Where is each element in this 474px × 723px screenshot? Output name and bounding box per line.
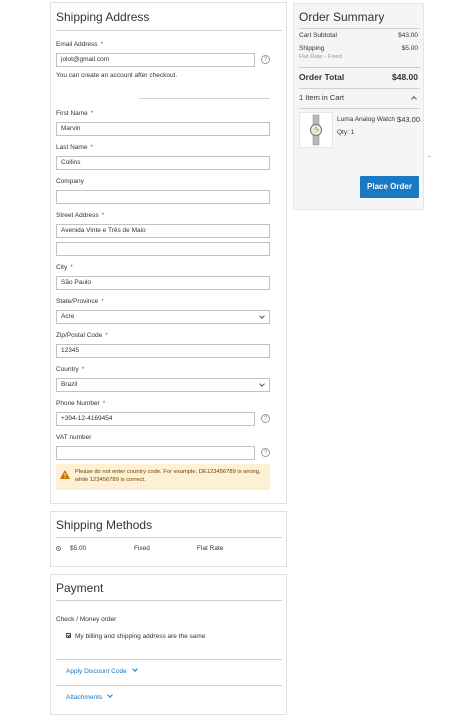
state-select[interactable]: Acre bbox=[56, 310, 270, 324]
email-help-icon[interactable]: ? bbox=[261, 55, 270, 64]
zip-label: Zip/Postal Code * bbox=[56, 332, 108, 339]
shipping-radio[interactable] bbox=[56, 546, 61, 551]
email-note: You can create an account after checkout… bbox=[56, 72, 178, 79]
vat-warning-text: Please do not enter country code. For ex… bbox=[75, 469, 261, 483]
shipping-methods-title: Shipping Methods bbox=[56, 518, 153, 532]
shipping-methods-section: Shipping Methods $5.00 Fixed Flat Rate bbox=[50, 511, 287, 567]
cart-subtotal-value: $43.00 bbox=[398, 32, 418, 39]
last-name-label: Last Name * bbox=[56, 144, 93, 151]
shipping-address-section: Shipping Address Email Address * jolot@gm… bbox=[50, 2, 287, 504]
chevron-up-icon bbox=[411, 96, 417, 102]
payment-options-divider bbox=[56, 659, 282, 660]
order-total-value: $48.00 bbox=[392, 72, 418, 82]
street-line2-field[interactable] bbox=[56, 242, 270, 256]
email-label: Email Address * bbox=[56, 41, 104, 48]
total-bottom-divider bbox=[299, 88, 420, 89]
place-order-button[interactable]: Place Order bbox=[360, 176, 419, 198]
billing-same-checkbox[interactable] bbox=[66, 633, 71, 638]
shipping-method-name: Fixed bbox=[134, 545, 150, 552]
phone-label: Phone Number * bbox=[56, 400, 106, 407]
shipping-label: Shipping bbox=[299, 45, 325, 52]
payment-method-name: Check / Money order bbox=[56, 616, 117, 623]
shipping-radio-dot bbox=[58, 548, 59, 549]
street-line1-field[interactable]: Avenida Vinte e Três de Maio bbox=[56, 224, 270, 238]
chevron-down-icon bbox=[131, 666, 138, 672]
last-name-field[interactable]: Collins bbox=[56, 156, 270, 170]
total-divider bbox=[299, 67, 420, 68]
scrollbar-indicator[interactable] bbox=[428, 156, 431, 157]
items-in-cart-label: 1 Item in Cart bbox=[299, 93, 345, 102]
shipping-address-title: Shipping Address bbox=[56, 10, 150, 24]
discount-divider bbox=[56, 685, 282, 686]
city-field[interactable]: São Paulo bbox=[56, 276, 270, 290]
vat-help-icon[interactable]: ? bbox=[261, 448, 270, 457]
first-name-field[interactable]: Marvin bbox=[56, 122, 270, 136]
zip-field[interactable]: 12345 bbox=[56, 344, 270, 358]
phone-field[interactable]: +394-12-4169454 bbox=[56, 412, 255, 426]
payment-title: Payment bbox=[56, 581, 104, 595]
company-field[interactable] bbox=[56, 190, 270, 204]
cart-item: Luma Analog Watch $43.00 Qty: 1 bbox=[299, 112, 420, 152]
cart-items-toggle[interactable]: 1 Item in Cart bbox=[299, 93, 420, 105]
first-name-label: First Name * bbox=[56, 110, 94, 117]
apply-discount-link[interactable]: Apply Discount Code bbox=[66, 666, 138, 675]
order-total-label: Order Total bbox=[299, 72, 345, 82]
vat-label: VAT number bbox=[56, 434, 92, 441]
state-label: State/Province * bbox=[56, 298, 104, 305]
cart-items-divider bbox=[299, 108, 420, 109]
payment-section: Payment Check / Money order My billing a… bbox=[50, 574, 287, 715]
shipping-method-price: $5.00 bbox=[70, 545, 87, 552]
email-divider bbox=[139, 98, 270, 99]
country-label: Country * bbox=[56, 366, 85, 373]
warning-icon bbox=[60, 470, 70, 479]
order-summary-title: Order Summary bbox=[299, 10, 385, 24]
attachments-link[interactable]: Attachments bbox=[66, 692, 113, 701]
product-thumbnail bbox=[299, 112, 333, 148]
vat-warning: Please do not enter country code. For ex… bbox=[56, 464, 270, 490]
order-summary-section: Order Summary Cart Subtotal $43.00 Shipp… bbox=[293, 3, 424, 210]
payment-divider bbox=[56, 600, 282, 601]
vat-field[interactable] bbox=[56, 446, 255, 460]
checkmark-icon bbox=[67, 633, 71, 638]
watch-icon bbox=[309, 114, 323, 146]
shipping-method-carrier: Flat Rate bbox=[197, 545, 224, 552]
cart-subtotal-label: Cart Subtotal bbox=[299, 32, 337, 39]
phone-help-icon[interactable]: ? bbox=[261, 414, 270, 423]
billing-same-label: My billing and shipping address are the … bbox=[75, 633, 206, 640]
shipping-detail: Flat Rate - Fixed bbox=[299, 54, 342, 60]
city-label: City * bbox=[56, 264, 73, 271]
product-price: $43.00 bbox=[397, 115, 420, 124]
shipping-value: $5.00 bbox=[401, 45, 418, 52]
country-select[interactable]: Brazil bbox=[56, 378, 270, 392]
email-field[interactable]: jolot@gmail.com bbox=[56, 53, 255, 67]
street-label: Street Address * bbox=[56, 212, 105, 219]
shipping-methods-divider bbox=[56, 537, 282, 538]
company-label: Company bbox=[56, 178, 84, 185]
product-qty: Qty: 1 bbox=[337, 129, 355, 136]
product-name[interactable]: Luma Analog Watch bbox=[337, 116, 395, 123]
chevron-down-icon bbox=[107, 692, 113, 698]
title-divider bbox=[56, 30, 282, 31]
order-summary-divider bbox=[299, 28, 420, 29]
